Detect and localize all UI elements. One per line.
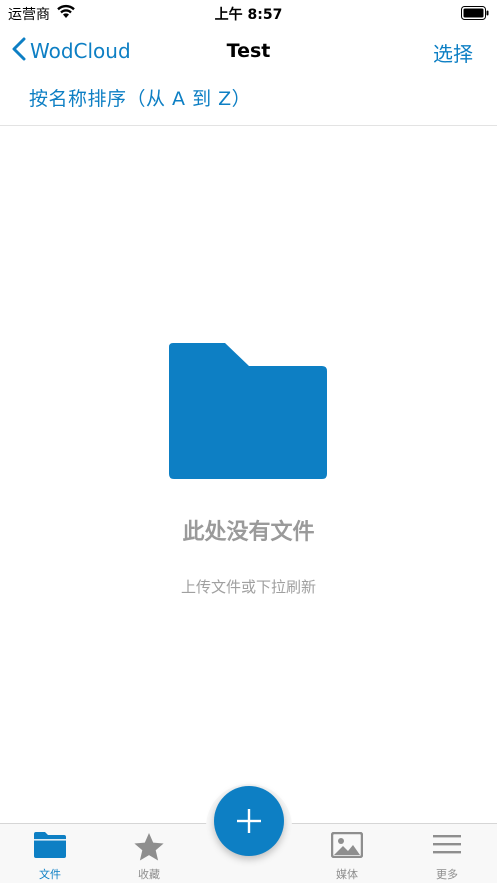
battery-icon (461, 5, 489, 20)
back-label: WodCloud (30, 39, 131, 63)
add-button[interactable] (214, 786, 284, 856)
tab-label: 文件 (39, 868, 61, 881)
back-button[interactable]: WodCloud (12, 36, 131, 66)
folder-icon (34, 832, 66, 862)
menu-icon (432, 832, 462, 860)
image-icon (330, 831, 364, 862)
tab-files[interactable]: 文件 (10, 824, 90, 883)
header-divider (0, 125, 497, 126)
tab-more[interactable]: 更多 (407, 824, 487, 883)
chevron-left-icon (12, 37, 26, 65)
sort-order-button[interactable]: 按名称排序（从 A 到 Z） (29, 84, 251, 111)
clock: 上午 8:57 (214, 7, 283, 23)
empty-state-title: 此处没有文件 (182, 520, 315, 545)
star-icon (133, 832, 165, 866)
screen: 运营商 上午 8:57 WodCloud Test 选择 按名称排序（从 A 到… (0, 0, 497, 883)
tab-favorites[interactable]: 收藏 (109, 824, 189, 883)
tab-label: 收藏 (138, 868, 160, 881)
status-bar: 运营商 上午 8:57 (0, 0, 497, 26)
tab-label: 更多 (436, 868, 458, 881)
empty-state-subtitle: 上传文件或下拉刷新 (180, 578, 316, 596)
empty-folder-icon (169, 343, 327, 484)
tab-media[interactable]: 媒体 (307, 824, 387, 883)
select-button[interactable]: 选择 (433, 38, 473, 67)
tab-label: 媒体 (336, 868, 358, 881)
